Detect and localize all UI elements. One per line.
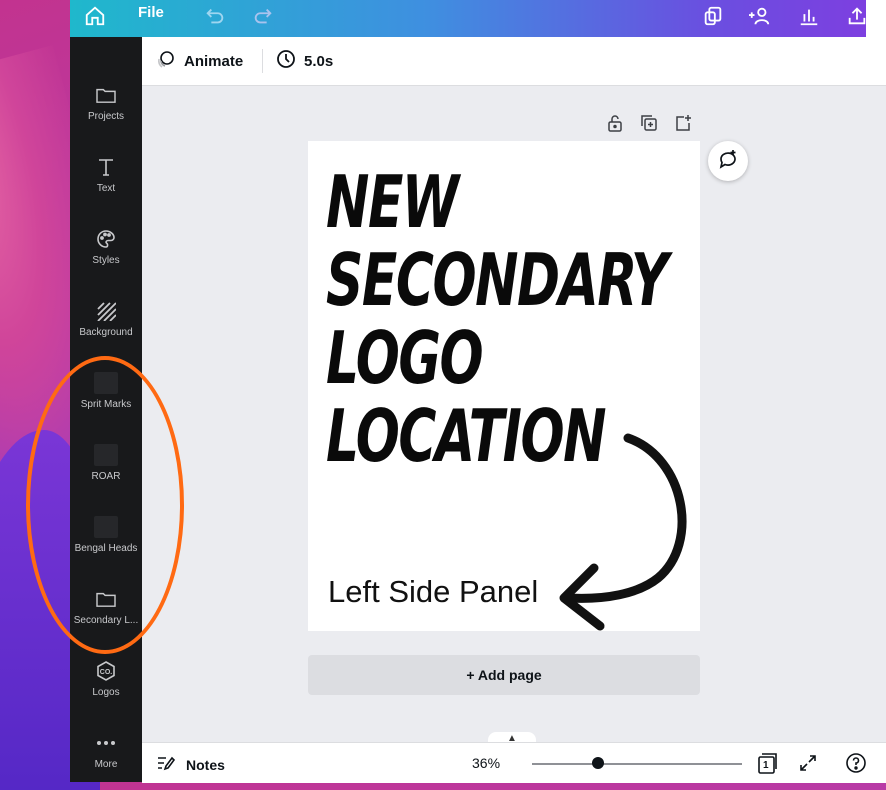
sidebar-item-label: More — [94, 759, 118, 770]
toolbar-divider — [262, 49, 263, 73]
more-dots-icon — [70, 731, 142, 755]
zoom-value[interactable]: 36% — [472, 755, 500, 771]
duration-label: 5.0s — [304, 52, 334, 70]
sidebar-item-label: Secondary L... — [73, 615, 139, 626]
duration-button[interactable]: 5.0s — [276, 49, 333, 73]
sidebar-item-text[interactable]: Text — [70, 155, 142, 194]
headline-line: NEW — [326, 160, 459, 244]
text-icon — [70, 155, 142, 179]
folder-thumbnail-icon — [70, 515, 142, 539]
folder-thumbnail-icon — [70, 443, 142, 467]
fullscreen-icon[interactable] — [796, 751, 820, 775]
sidebar-item-logos[interactable]: CO. Logos — [70, 659, 142, 698]
add-page-button[interactable]: + Add page — [308, 655, 700, 695]
lock-icon[interactable] — [605, 113, 625, 133]
sidebar-item-label: Styles — [92, 255, 120, 266]
headline-line: SECONDARY — [326, 238, 669, 322]
sidebar-item-label: Sprit Marks — [80, 399, 132, 410]
clock-icon — [276, 49, 296, 73]
page-count-label: 1 — [763, 760, 769, 771]
background-hatch-icon — [70, 299, 142, 323]
duplicate-page-icon[interactable] — [639, 113, 659, 133]
editor-toolbar: Animate 5.0s — [142, 37, 886, 86]
bottom-bar: Notes 36% 1 — [142, 742, 886, 783]
sidebar-item-sprit-marks[interactable]: Sprit Marks — [70, 371, 142, 410]
file-menu[interactable]: File — [138, 4, 164, 21]
share-people-icon[interactable] — [747, 3, 773, 29]
headline-line: LOGO — [326, 316, 484, 400]
add-page-icon[interactable] — [673, 113, 693, 133]
notes-icon — [156, 754, 176, 775]
sidebar-item-label: Bengal Heads — [74, 543, 138, 554]
curved-arrow-graphic[interactable] — [550, 428, 700, 638]
sidebar-item-styles[interactable]: Styles — [70, 227, 142, 266]
sidebar-item-label: Background — [79, 327, 133, 338]
top-bar: File — [70, 0, 866, 37]
sidebar-item-label: Projects — [87, 111, 125, 122]
animate-label: Animate — [184, 52, 244, 70]
sidebar-item-secondary-logos[interactable]: Secondary L... — [70, 587, 142, 626]
folder-icon — [70, 587, 142, 611]
page-count-button[interactable]: 1 — [754, 751, 778, 775]
zoom-slider-thumb[interactable] — [592, 757, 604, 769]
animate-icon — [156, 49, 176, 73]
top-bar-edge — [866, 0, 886, 37]
folder-thumbnail-icon — [70, 371, 142, 395]
animate-button[interactable]: Animate — [156, 49, 243, 73]
notes-button[interactable]: Notes — [156, 754, 225, 775]
sidebar-item-projects[interactable]: Projects — [70, 83, 142, 122]
sidebar-item-label: ROAR — [91, 471, 121, 482]
insights-chart-icon[interactable] — [796, 3, 822, 29]
sidebar-item-background[interactable]: Background — [70, 299, 142, 338]
logos-co-icon: CO. — [70, 659, 142, 683]
copy-design-icon[interactable] — [700, 3, 726, 29]
undo-icon[interactable] — [202, 3, 228, 29]
notes-label: Notes — [186, 756, 225, 773]
sidebar-item-bengal-heads[interactable]: Bengal Heads — [70, 515, 142, 554]
home-icon[interactable] — [82, 3, 108, 29]
svg-text:CO.: CO. — [100, 669, 113, 676]
folder-icon — [70, 83, 142, 107]
subline-text[interactable]: Left Side Panel — [328, 574, 538, 610]
sidebar-item-roar[interactable]: ROAR — [70, 443, 142, 482]
sidebar-item-more[interactable]: More — [70, 731, 142, 770]
help-icon[interactable] — [844, 751, 868, 775]
add-comment-button[interactable] — [708, 141, 748, 181]
sidebar-item-label: Logos — [92, 687, 120, 698]
comment-plus-icon — [717, 148, 739, 175]
zoom-slider-track[interactable] — [532, 763, 742, 765]
sidebar-item-label: Text — [96, 183, 116, 194]
left-side-panel: Projects Text Styles Background Sprit Ma… — [70, 37, 142, 782]
page-actions — [605, 113, 693, 133]
palette-icon — [70, 227, 142, 251]
redo-icon[interactable] — [250, 3, 276, 29]
